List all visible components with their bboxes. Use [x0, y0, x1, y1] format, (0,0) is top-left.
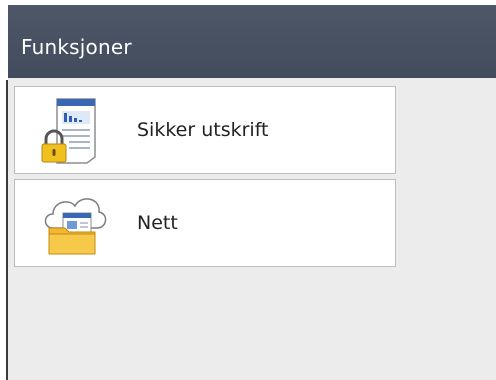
menu-item-secure-print[interactable]: Sikker utskrift	[14, 86, 396, 174]
web-cloud-folder-icon	[44, 198, 107, 255]
menu-item-label: Sikker utskrift	[137, 119, 269, 141]
menu-item-web[interactable]: Nett	[14, 179, 396, 267]
left-bezel	[0, 0, 8, 380]
secure-print-icon	[41, 98, 96, 164]
screen: Funksjoner Sikker utskrift Nett	[8, 5, 496, 380]
page-title: Funksjoner	[21, 35, 132, 59]
title-bar: Funksjoner	[8, 5, 496, 78]
menu-item-label: Nett	[137, 212, 178, 234]
